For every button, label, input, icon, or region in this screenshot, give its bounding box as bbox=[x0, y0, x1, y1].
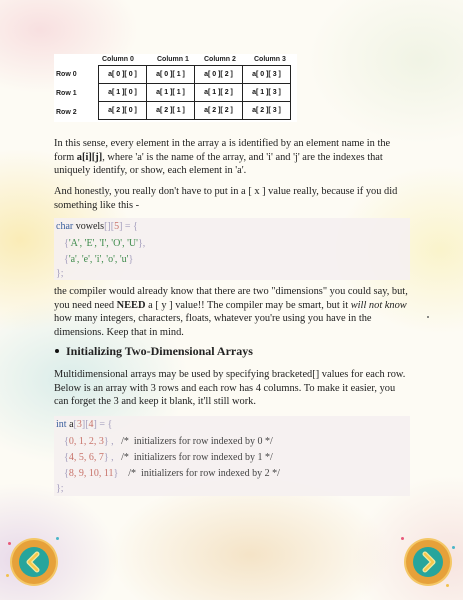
paragraph-compiler-note: the compiler would already know that the… bbox=[54, 285, 410, 339]
table-cell: a[ 0 ][ 2 ] bbox=[194, 65, 243, 84]
code-punct: }; bbox=[56, 483, 64, 494]
paragraph-multidimensional: Multidimensional arrays may be used by s… bbox=[54, 369, 406, 408]
array-diagram-table: Column 0 Column 1 Column 2 Column 3 Row … bbox=[54, 54, 297, 122]
table-row: a[ 1 ][ 0 ] a[ 1 ][ 1 ] a[ 1 ][ 2 ] a[ 1… bbox=[98, 83, 291, 102]
table-cell: a[ 2 ][ 2 ] bbox=[194, 101, 243, 120]
code-number: 4, 5, 6, 7 bbox=[68, 452, 104, 463]
paragraph-element-naming: In this sense, every element in the arra… bbox=[54, 137, 410, 178]
row-header: Row 1 bbox=[56, 90, 77, 97]
code-comment: /* initializers for row indexed by 1 */ bbox=[121, 452, 273, 463]
column-header: Column 0 bbox=[102, 56, 134, 63]
column-header: Column 3 bbox=[254, 56, 286, 63]
column-header: Column 2 bbox=[204, 56, 236, 63]
table-cell: a[ 2 ][ 1 ] bbox=[146, 101, 195, 120]
table-cell: a[ 1 ][ 1 ] bbox=[146, 83, 195, 102]
code-block-vowels: char vowels[][5] = { {'A', 'E', 'I', 'O'… bbox=[54, 218, 410, 280]
table-cell: a[ 1 ][ 2 ] bbox=[194, 83, 243, 102]
table-row: a[ 0 ][ 0 ] a[ 0 ][ 1 ] a[ 0 ][ 2 ] a[ 0… bbox=[98, 65, 291, 84]
code-line: {4, 5, 6, 7} , /* initializers for row i… bbox=[64, 452, 273, 463]
code-line: int a[3][4] = { bbox=[56, 419, 112, 430]
code-line: }; bbox=[56, 483, 64, 494]
text-run: a [ y ] value!! The compiler may be smar… bbox=[145, 299, 351, 311]
code-string: 'A', 'E', 'I', 'O', 'U' bbox=[68, 238, 138, 249]
paragraph-dimension-note: And honestly, you really don't have to p… bbox=[54, 186, 398, 211]
code-punct: ][ bbox=[81, 419, 89, 430]
code-line: }; bbox=[56, 268, 64, 279]
italic-term: will not know bbox=[350, 299, 407, 311]
code-number: 0, 1, 2, 3 bbox=[68, 436, 104, 447]
table-cell: a[ 0 ][ 1 ] bbox=[146, 65, 195, 84]
code-keyword: char bbox=[56, 221, 74, 232]
code-punct: } , bbox=[103, 452, 114, 463]
code-string: 'a', 'e', 'i', 'o', 'u' bbox=[68, 254, 129, 265]
sparkle-dot bbox=[401, 537, 404, 540]
table-cell: a[ 2 ][ 0 ] bbox=[98, 101, 147, 120]
row-header: Row 0 bbox=[56, 71, 77, 78]
table-row: a[ 2 ][ 0 ] a[ 2 ][ 1 ] a[ 2 ][ 2 ] a[ 2… bbox=[98, 101, 291, 120]
bold-term: NEED bbox=[116, 299, 146, 311]
next-page-button[interactable] bbox=[401, 537, 455, 587]
sparkle-dot bbox=[446, 584, 449, 587]
code-keyword: int bbox=[56, 419, 67, 430]
section-heading: Initializing Two-Dimensional Arrays bbox=[55, 344, 253, 359]
code-line: {8, 9, 10, 11} /* initializers for row i… bbox=[64, 468, 280, 479]
code-punct: } bbox=[113, 468, 119, 479]
code-number: 8, 9, 10, 11 bbox=[68, 468, 114, 479]
code-comment: /* initializers for row indexed by 2 */ bbox=[128, 468, 280, 479]
table-cell: a[ 0 ][ 3 ] bbox=[242, 65, 291, 84]
code-line: char vowels[][5] = { bbox=[56, 221, 138, 232]
table-cell: a[ 1 ][ 0 ] bbox=[98, 83, 147, 102]
text-run: , where 'a' is the name of the array, an… bbox=[54, 151, 383, 177]
chevron-left-icon bbox=[19, 547, 49, 577]
bold-term: a[i][j] bbox=[76, 151, 103, 163]
code-punct: [][ bbox=[104, 221, 115, 232]
prev-page-button[interactable] bbox=[6, 537, 59, 584]
table-cell: a[ 2 ][ 3 ] bbox=[242, 101, 291, 120]
sparkle-dot bbox=[8, 542, 11, 545]
code-punct: }; bbox=[56, 268, 64, 279]
code-punct: } bbox=[128, 254, 134, 265]
heading-text: Initializing Two-Dimensional Arrays bbox=[66, 344, 253, 358]
row-header: Row 2 bbox=[56, 109, 77, 116]
code-line: {'a', 'e', 'i', 'o', 'u'} bbox=[64, 254, 133, 265]
code-identifier: vowels bbox=[75, 221, 105, 232]
chevron-right-icon bbox=[413, 547, 443, 577]
sparkle-dot bbox=[56, 537, 59, 540]
text-run: how many integers, characters, floats, w… bbox=[54, 313, 372, 338]
code-comment: /* initializers for row indexed by 0 */ bbox=[121, 436, 273, 447]
array-grid: a[ 0 ][ 0 ] a[ 0 ][ 1 ] a[ 0 ][ 2 ] a[ 0… bbox=[98, 65, 291, 120]
code-punct: ] = { bbox=[93, 419, 113, 430]
code-punct: ] = { bbox=[119, 221, 138, 232]
code-block-int-array: int a[3][4] = { {0, 1, 2, 3} , /* initia… bbox=[54, 416, 410, 496]
code-punct: } , bbox=[103, 436, 114, 447]
code-line: {0, 1, 2, 3} , /* initializers for row i… bbox=[64, 436, 273, 447]
sparkle-dot bbox=[452, 546, 455, 549]
code-punct: }, bbox=[137, 238, 146, 249]
code-line: {'A', 'E', 'I', 'O', 'U'}, bbox=[64, 238, 145, 249]
table-cell: a[ 0 ][ 0 ] bbox=[98, 65, 147, 84]
bullet-icon bbox=[55, 349, 59, 353]
table-cell: a[ 1 ][ 3 ] bbox=[242, 83, 291, 102]
sparkle-dot bbox=[6, 574, 9, 577]
column-header: Column 1 bbox=[157, 56, 189, 63]
stray-dot bbox=[427, 316, 429, 318]
